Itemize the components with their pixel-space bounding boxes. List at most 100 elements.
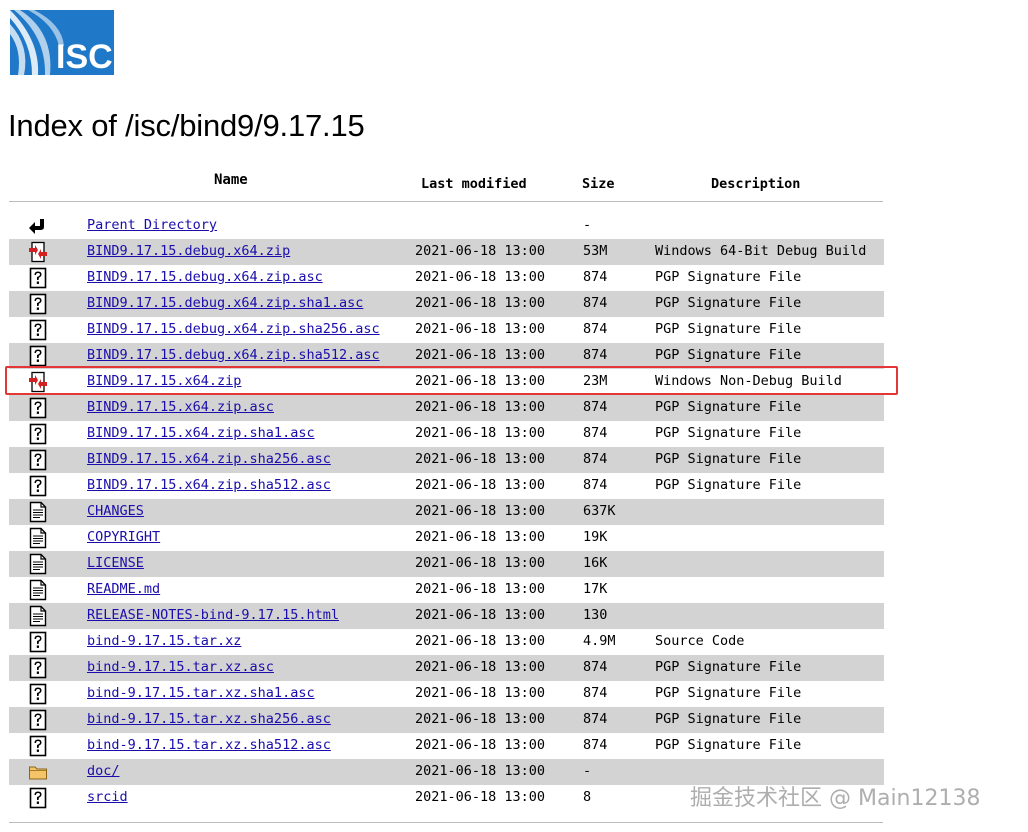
last-modified-cell: 2021-06-18 13:00: [415, 269, 546, 285]
table-row: bind-9.17.15.tar.xz 2021-06-18 13:00 4.9M S…: [9, 629, 884, 655]
last-modified-cell: 2021-06-18 13:00: [415, 529, 546, 545]
last-modified-cell: 2021-06-18 13:00: [415, 659, 546, 675]
description-cell: Windows 64-Bit Debug Build: [655, 243, 867, 259]
last-modified-cell: 2021-06-18 13:00: [415, 451, 546, 467]
table-row: BIND9.17.15.debug.x64.zip.sha256.asc 2021…: [9, 317, 884, 343]
size-cell: 637K: [583, 503, 616, 519]
file-link[interactable]: BIND9.17.15.x64.zip.sha1.asc: [87, 425, 315, 441]
file-link[interactable]: bind-9.17.15.tar.xz.sha1.asc: [87, 685, 315, 701]
size-cell: 874: [583, 737, 608, 753]
description-cell: PGP Signature File: [655, 659, 802, 675]
unknown-icon: [28, 267, 48, 289]
file-link[interactable]: bind-9.17.15.tar.xz: [87, 633, 241, 649]
file-link[interactable]: bind-9.17.15.tar.xz.asc: [87, 659, 274, 675]
text-icon: [28, 605, 48, 627]
size-cell: 874: [583, 685, 608, 701]
description-cell: PGP Signature File: [655, 451, 802, 467]
last-modified-cell: 2021-06-18 13:00: [415, 737, 546, 753]
table-row: CHANGES 2021-06-18 13:00 637K: [9, 499, 884, 525]
last-modified-cell: 2021-06-18 13:00: [415, 321, 546, 337]
description-cell: PGP Signature File: [655, 399, 802, 415]
last-modified-cell: 2021-06-18 13:00: [415, 789, 546, 805]
file-link[interactable]: BIND9.17.15.debug.x64.zip: [87, 243, 290, 259]
binary-icon: [28, 371, 48, 393]
last-modified-cell: 2021-06-18 13:00: [415, 503, 546, 519]
text-icon: [28, 501, 48, 523]
file-link[interactable]: BIND9.17.15.x64.zip.sha512.asc: [87, 477, 331, 493]
file-link[interactable]: BIND9.17.15.x64.zip.asc: [87, 399, 274, 415]
last-modified-cell: 2021-06-18 13:00: [415, 633, 546, 649]
table-row: COPYRIGHT 2021-06-18 13:00 19K: [9, 525, 884, 551]
unknown-icon: [28, 657, 48, 679]
file-listing: Parent Directory - BIND9.17.15.debug.x64.z…: [9, 213, 884, 811]
file-link[interactable]: BIND9.17.15.debug.x64.zip.sha512.asc: [87, 347, 380, 363]
file-link[interactable]: BIND9.17.15.x64.zip.sha256.asc: [87, 451, 331, 467]
table-row: bind-9.17.15.tar.xz.asc 2021-06-18 13:00 8…: [9, 655, 884, 681]
size-cell: 8: [583, 789, 592, 805]
column-header-size[interactable]: Size: [582, 176, 615, 192]
size-cell: 874: [583, 399, 608, 415]
last-modified-cell: 2021-06-18 13:00: [415, 243, 546, 259]
size-cell: 874: [583, 425, 608, 441]
description-cell: Windows Non-Debug Build: [655, 373, 842, 389]
column-header-name[interactable]: Name: [214, 172, 248, 188]
last-modified-cell: 2021-06-18 13:00: [415, 607, 546, 623]
file-link[interactable]: BIND9.17.15.x64.zip: [87, 373, 241, 389]
text-icon: [28, 553, 48, 575]
description-cell: Source Code: [655, 633, 745, 649]
size-cell: 130: [583, 607, 608, 623]
last-modified-cell: 2021-06-18 13:00: [415, 711, 546, 727]
unknown-icon: [28, 683, 48, 705]
description-cell: PGP Signature File: [655, 295, 802, 311]
file-link[interactable]: BIND9.17.15.debug.x64.zip.asc: [87, 269, 323, 285]
unknown-icon: [28, 319, 48, 341]
size-cell: 4.9M: [583, 633, 616, 649]
unknown-icon: [28, 423, 48, 445]
table-row: BIND9.17.15.debug.x64.zip 2021-06-18 13:0…: [9, 239, 884, 265]
table-row: RELEASE-NOTES-bind-9.17.15.html 2021-06-1…: [9, 603, 884, 629]
unknown-icon: [28, 293, 48, 315]
text-icon: [28, 527, 48, 549]
last-modified-cell: 2021-06-18 13:00: [415, 555, 546, 571]
last-modified-cell: 2021-06-18 13:00: [415, 425, 546, 441]
file-link[interactable]: bind-9.17.15.tar.xz.sha512.asc: [87, 737, 331, 753]
table-row: BIND9.17.15.x64.zip 2021-06-18 13:00 23M Wi…: [9, 369, 884, 395]
text-icon: [28, 579, 48, 601]
watermark: 掘金技术社区 @ Main12138: [690, 786, 981, 811]
file-link[interactable]: BIND9.17.15.debug.x64.zip.sha1.asc: [87, 295, 363, 311]
unknown-icon: [28, 631, 48, 653]
file-link[interactable]: LICENSE: [87, 555, 144, 571]
table-row: README.md 2021-06-18 13:00 17K: [9, 577, 884, 603]
last-modified-cell: 2021-06-18 13:00: [415, 399, 546, 415]
file-link[interactable]: BIND9.17.15.debug.x64.zip.sha256.asc: [87, 321, 380, 337]
file-link[interactable]: bind-9.17.15.tar.xz.sha256.asc: [87, 711, 331, 727]
last-modified-cell: 2021-06-18 13:00: [415, 347, 546, 363]
description-cell: PGP Signature File: [655, 711, 802, 727]
description-cell: PGP Signature File: [655, 737, 802, 753]
size-cell: 874: [583, 347, 608, 363]
column-header-last-modified[interactable]: Last modified: [421, 176, 527, 192]
table-header: Name Last modified Size Description: [0, 172, 884, 192]
last-modified-cell: 2021-06-18 13:00: [415, 477, 546, 493]
file-link[interactable]: doc/: [87, 763, 120, 779]
file-link[interactable]: RELEASE-NOTES-bind-9.17.15.html: [87, 607, 339, 623]
table-row: bind-9.17.15.tar.xz.sha512.asc 2021-06-18…: [9, 733, 884, 759]
description-cell: PGP Signature File: [655, 685, 802, 701]
table-row: bind-9.17.15.tar.xz.sha256.asc 2021-06-18…: [9, 707, 884, 733]
size-cell: 53M: [583, 243, 608, 259]
column-header-description[interactable]: Description: [711, 176, 800, 192]
file-link[interactable]: Parent Directory: [87, 217, 217, 233]
footer-divider: [9, 822, 883, 823]
size-cell: 23M: [583, 373, 608, 389]
binary-icon: [28, 241, 48, 263]
file-link[interactable]: srcid: [87, 789, 128, 805]
last-modified-cell: 2021-06-18 13:00: [415, 581, 546, 597]
size-cell: -: [583, 763, 592, 779]
table-row: BIND9.17.15.x64.zip.asc 2021-06-18 13:00 8…: [9, 395, 884, 421]
size-cell: 874: [583, 711, 608, 727]
file-link[interactable]: CHANGES: [87, 503, 144, 519]
header-divider: [9, 201, 883, 202]
file-link[interactable]: COPYRIGHT: [87, 529, 160, 545]
table-row: Parent Directory -: [9, 213, 884, 239]
file-link[interactable]: README.md: [87, 581, 160, 597]
